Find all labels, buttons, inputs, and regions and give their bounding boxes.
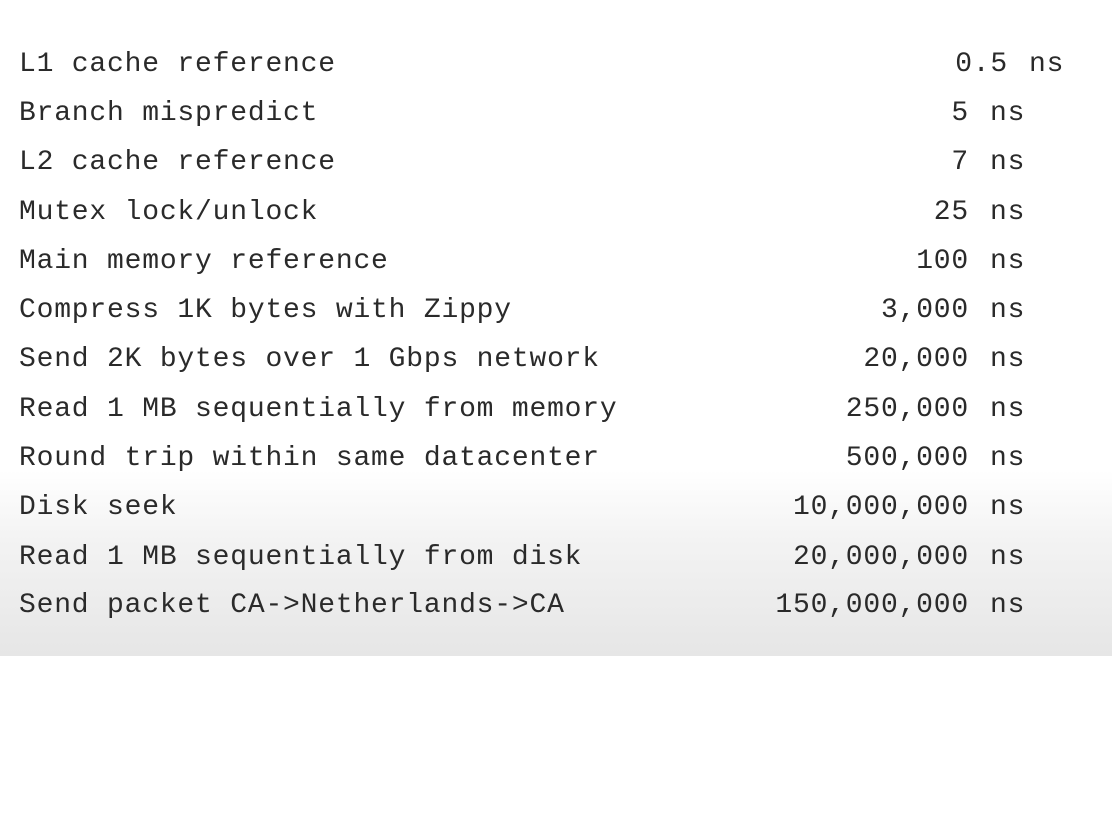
- operation-label: Round trip within same datacenter: [19, 443, 600, 474]
- latency-row: Read 1 MB sequentially from memory 250,0…: [0, 385, 1112, 434]
- latency-value: 500,000: [845, 443, 969, 474]
- latency-unit: ns: [990, 443, 1026, 474]
- latency-value: 250,000: [845, 394, 969, 425]
- operation-label: Main memory reference: [19, 246, 389, 277]
- latency-unit: ns: [990, 542, 1026, 573]
- latency-row: Send packet CA->Netherlands->CA 150,000,…: [0, 581, 1112, 630]
- latency-unit: ns: [990, 295, 1026, 326]
- latency-table: L1 cache reference 0.5 ns Branch mispred…: [0, 0, 1112, 656]
- operation-label: Compress 1K bytes with Zippy: [19, 295, 512, 326]
- latency-row: Main memory reference 100 ns: [0, 237, 1112, 286]
- latency-row: Read 1 MB sequentially from disk 20,000,…: [0, 533, 1112, 582]
- latency-row: Compress 1K bytes with Zippy 3,000 ns: [0, 286, 1112, 335]
- latency-value: 100: [916, 246, 969, 277]
- operation-label: Mutex lock/unlock: [19, 197, 319, 228]
- latency-row: Mutex lock/unlock 25 ns: [0, 188, 1112, 237]
- latency-unit: ns: [990, 492, 1026, 523]
- operation-label: Send 2K bytes over 1 Gbps network: [19, 344, 600, 375]
- operation-label: Branch mispredict: [19, 98, 319, 129]
- latency-unit: ns: [990, 147, 1026, 178]
- latency-row: Send 2K bytes over 1 Gbps network 20,000…: [0, 335, 1112, 384]
- operation-label: Send packet CA->Netherlands->CA: [19, 590, 565, 621]
- latency-value: 5: [951, 98, 969, 129]
- latency-value: 20,000,000: [792, 542, 969, 573]
- latency-value: 0.5: [955, 49, 1008, 80]
- latency-unit: ns: [990, 98, 1026, 129]
- latency-row: Disk seek 10,000,000 ns: [0, 483, 1112, 532]
- latency-unit: ns: [990, 590, 1026, 621]
- operation-label: Read 1 MB sequentially from memory: [19, 394, 618, 425]
- latency-value: 3,000: [880, 295, 969, 326]
- latency-unit: ns: [990, 344, 1026, 375]
- latency-unit: ns: [990, 197, 1026, 228]
- latency-row: Branch mispredict 5 ns: [0, 89, 1112, 138]
- operation-label: Read 1 MB sequentially from disk: [19, 542, 583, 573]
- latency-unit: ns: [990, 394, 1026, 425]
- latency-row: Round trip within same datacenter 500,00…: [0, 434, 1112, 483]
- latency-row: L1 cache reference 0.5 ns: [0, 40, 1112, 89]
- latency-unit: ns: [990, 246, 1026, 277]
- latency-row: L2 cache reference 7 ns: [0, 138, 1112, 187]
- operation-label: L1 cache reference: [19, 49, 336, 80]
- latency-value: 20,000: [863, 344, 969, 375]
- operation-label: Disk seek: [19, 492, 178, 523]
- latency-unit: ns: [1029, 49, 1065, 80]
- latency-value: 7: [951, 147, 969, 178]
- latency-value: 150,000,000: [775, 590, 969, 621]
- operation-label: L2 cache reference: [19, 147, 336, 178]
- latency-value: 10,000,000: [792, 492, 969, 523]
- latency-value: 25: [933, 197, 969, 228]
